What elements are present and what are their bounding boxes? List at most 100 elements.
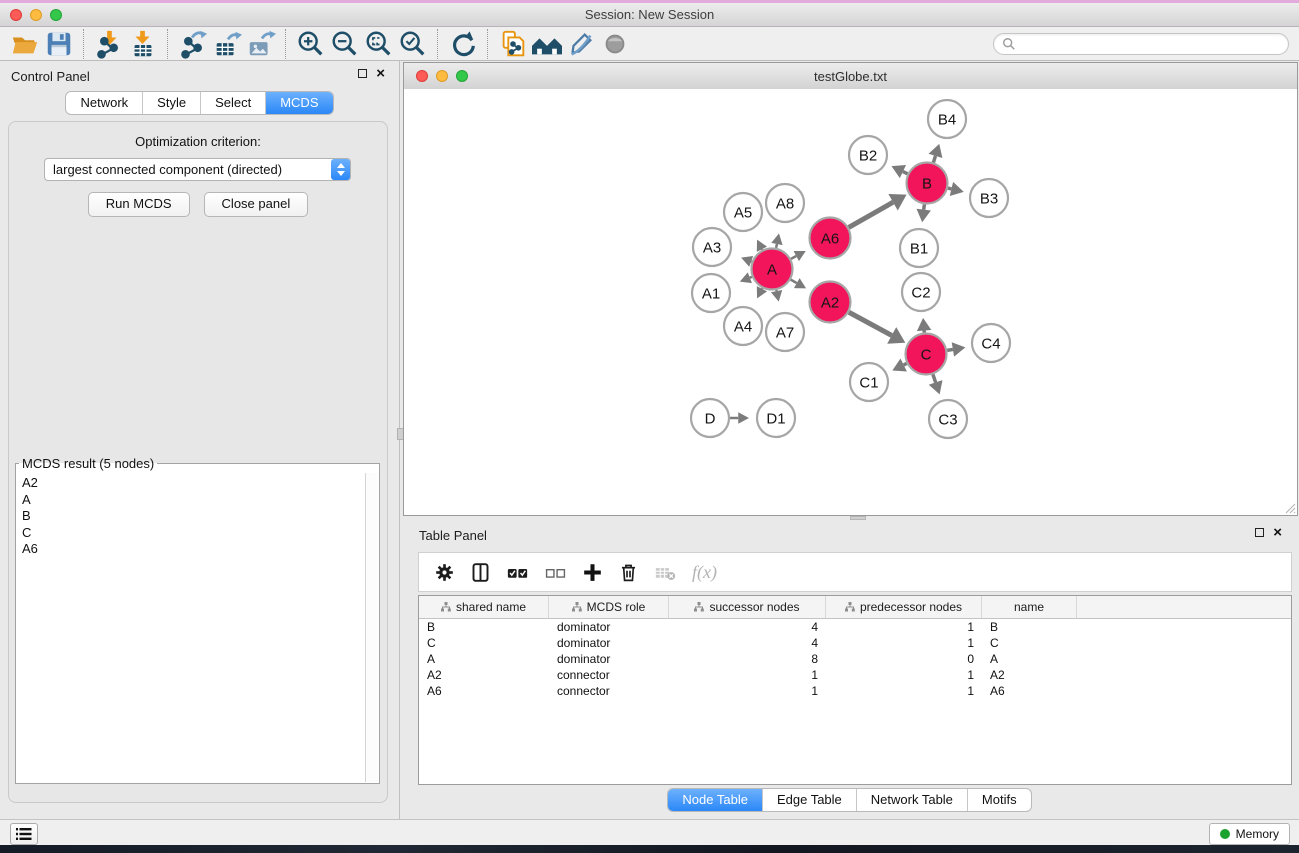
table-cell-name: A6 xyxy=(982,684,1077,698)
graph-node-label: A3 xyxy=(703,240,721,257)
graph-edge-A-A8[interactable] xyxy=(776,244,777,248)
graph-edge-A2-C[interactable] xyxy=(849,312,892,335)
table-cell-shared-name: A2 xyxy=(419,668,549,682)
graph-edge-A-A2[interactable] xyxy=(791,280,797,283)
graph-edge-A-A6[interactable] xyxy=(791,256,796,259)
search-input[interactable] xyxy=(1016,36,1288,52)
column-header-mcds-role[interactable]: MCDS role xyxy=(549,596,669,618)
tab-style[interactable]: Style xyxy=(143,92,201,114)
zoom-out-icon[interactable] xyxy=(328,29,362,59)
optimization-criterion-select[interactable]: largest connected component (directed) xyxy=(44,158,351,181)
graph-node-label: D1 xyxy=(766,411,785,428)
table-header-row: shared nameMCDS rolesuccessor nodesprede… xyxy=(419,596,1291,619)
mcds-result-item[interactable]: A2 xyxy=(22,475,365,492)
main-titlebar: Session: New Session xyxy=(0,3,1299,27)
mcds-result-item[interactable]: C xyxy=(22,525,365,542)
float-panel-icon[interactable] xyxy=(358,69,367,78)
graph-edge-B-B4[interactable] xyxy=(933,156,935,163)
network-graph: B4B2BB3A5A8A6B1A3AC2A1A2A4A7C4CC1C3DD1 xyxy=(404,89,1297,515)
table-row[interactable]: A2connector11A2 xyxy=(419,667,1291,683)
graph-edge-A6-B[interactable] xyxy=(849,202,893,227)
graph-node-label: A2 xyxy=(821,295,839,312)
toolbar-separator xyxy=(83,29,85,59)
table-row[interactable]: Bdominator41B xyxy=(419,619,1291,635)
graph-edge-C-C1[interactable] xyxy=(904,363,907,364)
graph-edge-C-C4[interactable] xyxy=(947,349,953,350)
close-panel-icon[interactable]: × xyxy=(376,68,385,79)
status-bar: Memory xyxy=(0,819,1299,845)
table-settings-gear-icon[interactable] xyxy=(434,562,455,583)
import-network-icon[interactable] xyxy=(92,29,126,59)
unselect-all-checks-icon[interactable] xyxy=(544,562,567,583)
graph-edge-arrowhead xyxy=(950,182,964,196)
toolbar-separator xyxy=(167,29,169,59)
table-cell-name: B xyxy=(982,620,1077,634)
home-layout-icon[interactable] xyxy=(530,29,564,59)
graph-edge-A-A1[interactable] xyxy=(750,277,752,278)
run-mcds-button[interactable]: Run MCDS xyxy=(88,192,190,217)
tab-network-table[interactable]: Network Table xyxy=(857,789,968,811)
tab-network[interactable]: Network xyxy=(66,92,143,114)
memory-button[interactable]: Memory xyxy=(1209,823,1290,845)
add-column-plus-icon[interactable] xyxy=(582,562,603,583)
mcds-result-title: MCDS result (5 nodes) xyxy=(19,456,157,471)
task-history-button[interactable] xyxy=(10,823,38,845)
column-type-icon xyxy=(572,602,582,612)
graph-node-label: C3 xyxy=(938,412,957,429)
table-cell-shared-name: A xyxy=(419,652,549,666)
mcds-result-scrollbar[interactable] xyxy=(365,473,378,782)
mcds-result-item[interactable]: A xyxy=(22,492,365,509)
refresh-view-icon[interactable] xyxy=(446,29,480,59)
mcds-result-item[interactable]: A6 xyxy=(22,541,365,558)
delete-column-trash-icon[interactable] xyxy=(618,562,639,583)
network-window-titlebar[interactable]: testGlobe.txt xyxy=(404,63,1297,90)
network-canvas[interactable]: B4B2BB3A5A8A6B1A3AC2A1A2A4A7C4CC1C3DD1 xyxy=(404,89,1297,515)
graph-edge-arrowhead xyxy=(771,290,782,302)
node-table: shared nameMCDS rolesuccessor nodesprede… xyxy=(418,595,1292,785)
mcds-result-item[interactable]: B xyxy=(22,508,365,525)
browse-columns-icon[interactable] xyxy=(470,562,491,583)
graph-edge-C-C3[interactable] xyxy=(933,374,936,382)
export-network-icon[interactable] xyxy=(176,29,210,59)
clone-network-icon[interactable] xyxy=(496,29,530,59)
tab-mcds[interactable]: MCDS xyxy=(266,92,332,114)
save-session-icon[interactable] xyxy=(42,29,76,59)
table-cell-successor-nodes: 8 xyxy=(669,652,826,666)
select-all-checks-icon[interactable] xyxy=(506,562,529,583)
close-table-panel-icon[interactable]: × xyxy=(1273,527,1282,538)
tab-edge-table[interactable]: Edge Table xyxy=(763,789,857,811)
tab-select[interactable]: Select xyxy=(201,92,266,114)
graph-node-label: B4 xyxy=(938,112,956,129)
column-header-successor-nodes[interactable]: successor nodes xyxy=(669,596,826,618)
table-row[interactable]: Adominator80A xyxy=(419,651,1291,667)
column-header-name[interactable]: name xyxy=(982,596,1077,618)
close-panel-button[interactable]: Close panel xyxy=(204,192,309,217)
float-table-panel-icon[interactable] xyxy=(1255,528,1264,537)
export-image-icon[interactable] xyxy=(244,29,278,59)
open-session-icon[interactable] xyxy=(8,29,42,59)
show-details-eye-icon[interactable] xyxy=(598,29,632,59)
tab-node-table[interactable]: Node Table xyxy=(668,789,763,811)
table-cell-successor-nodes: 1 xyxy=(669,684,826,698)
criterion-selected-value: largest connected component (directed) xyxy=(45,162,331,177)
graph-node-label: B3 xyxy=(980,191,998,208)
zoom-fit-icon[interactable] xyxy=(362,29,396,59)
graph-node-label: B2 xyxy=(859,148,877,165)
graph-edge-B-B2[interactable] xyxy=(903,172,908,174)
column-header-shared-name[interactable]: shared name xyxy=(419,596,549,618)
window-title: Session: New Session xyxy=(0,7,1299,22)
search-field[interactable] xyxy=(993,33,1289,55)
table-row[interactable]: A6connector11A6 xyxy=(419,683,1291,699)
zoom-selected-icon[interactable] xyxy=(396,29,430,59)
hide-labels-icon[interactable] xyxy=(564,29,598,59)
column-header-predecessor-nodes[interactable]: predecessor nodes xyxy=(826,596,982,618)
tab-motifs[interactable]: Motifs xyxy=(968,789,1031,811)
resize-grip-icon[interactable] xyxy=(1283,501,1296,514)
zoom-in-icon[interactable] xyxy=(294,29,328,59)
application-window: Session: New Session xyxy=(0,0,1299,853)
import-table-icon[interactable] xyxy=(126,29,160,59)
graph-edge-B-B1[interactable] xyxy=(924,204,925,209)
table-row[interactable]: Cdominator41C xyxy=(419,635,1291,651)
export-table-icon[interactable] xyxy=(210,29,244,59)
graph-edge-B-B3[interactable] xyxy=(948,188,952,189)
